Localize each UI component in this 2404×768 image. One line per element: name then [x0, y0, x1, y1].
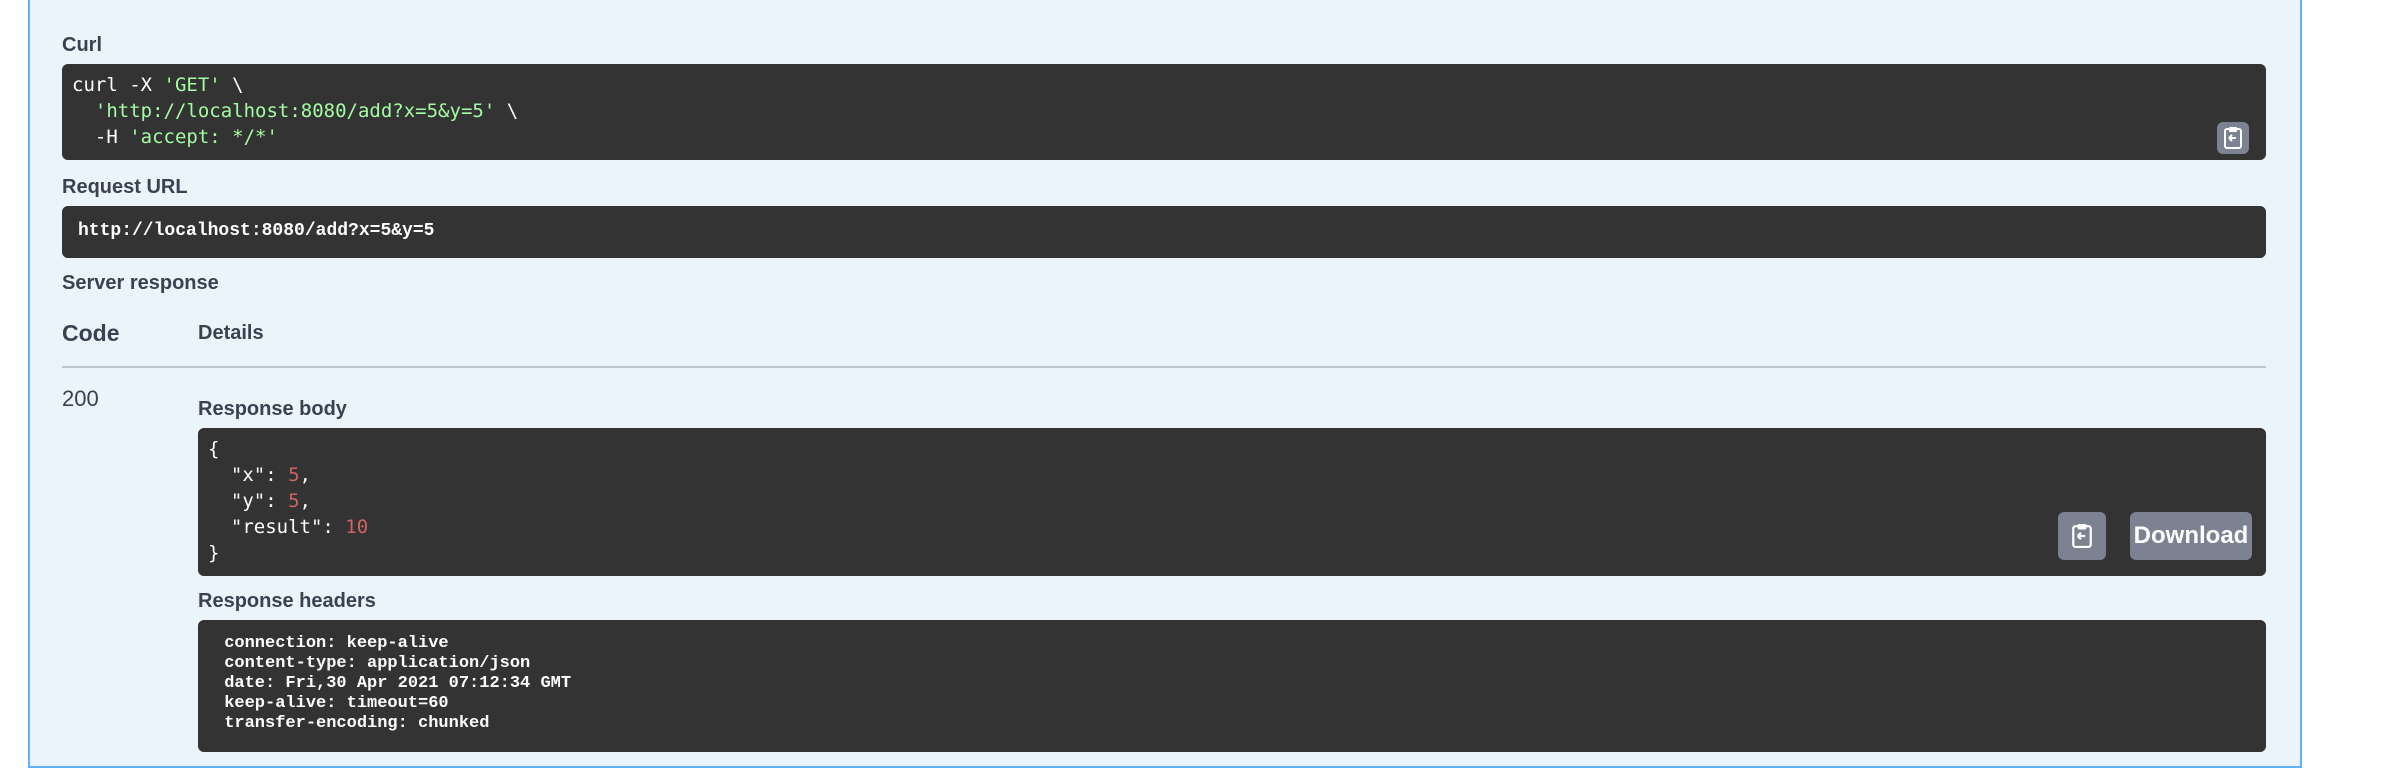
response-header-line: content-type: application/json — [214, 654, 541, 673]
response-body-line: { — [208, 438, 220, 460]
download-button[interactable]: Download — [2130, 512, 2252, 560]
request-url-block[interactable]: http://localhost:8080/add?x=5&y=5 — [62, 206, 2266, 258]
response-body-block[interactable]: { "x": 5, "y": 5, "result": 10 } Downloa… — [198, 428, 2266, 576]
response-headers-label: Response headers — [198, 590, 376, 612]
request-url-value: http://localhost:8080/add?x=5&y=5 — [78, 221, 435, 241]
response-status-code: 200 — [62, 386, 99, 411]
code-column-header: Code — [62, 320, 120, 346]
curl-copy-button[interactable] — [2217, 122, 2249, 154]
response-copy-button[interactable] — [2058, 512, 2106, 560]
response-body-line: "x": 5, — [208, 464, 311, 486]
response-body-line: "y": 5, — [208, 490, 311, 512]
curl-line-2: 'http://localhost:8080/add?x=5&y=5' \ — [94, 100, 519, 122]
response-header-line: keep-alive: timeout=60 — [214, 694, 459, 713]
request-url-label: Request URL — [62, 176, 188, 198]
details-column-header: Details — [198, 322, 264, 344]
table-divider — [62, 366, 2266, 368]
response-body-line: "result": 10 — [208, 516, 369, 538]
clipboard-icon — [2224, 127, 2242, 149]
response-header-line: transfer-encoding: chunked — [214, 714, 500, 733]
curl-line-1: curl -X 'GET' \ — [72, 74, 244, 96]
response-header-line: date: Fri,30 Apr 2021 07:12:34 GMT — [214, 674, 582, 693]
response-headers-block[interactable]: connection: keep-alive content-type: app… — [198, 620, 2266, 752]
curl-label: Curl — [62, 34, 102, 56]
response-header-line: connection: keep-alive — [214, 634, 459, 653]
server-response-label: Server response — [62, 272, 219, 294]
curl-line-3: -H 'accept: */*' — [72, 126, 278, 148]
clipboard-icon — [2072, 524, 2092, 548]
response-body-line: } — [208, 542, 220, 564]
curl-command-block[interactable]: curl -X 'GET' \ 'http://localhost:8080/a… — [62, 64, 2266, 160]
response-body-label: Response body — [198, 398, 347, 420]
